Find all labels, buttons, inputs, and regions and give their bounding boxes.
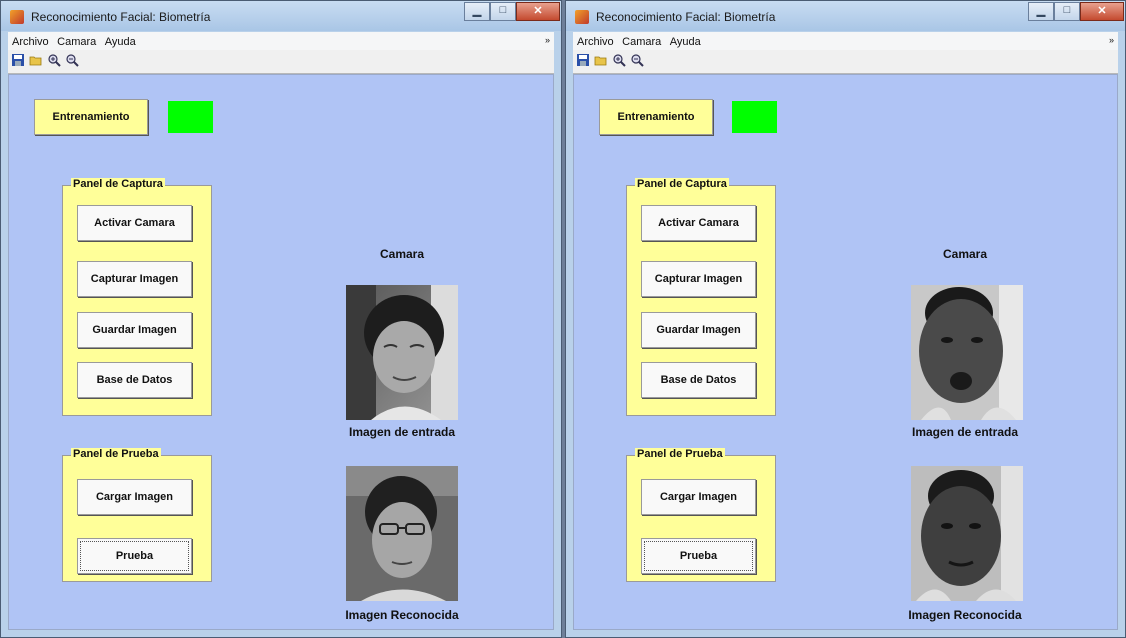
prueba-label: Prueba [644,541,753,571]
cargar-imagen-button[interactable]: Cargar Imagen [641,479,756,515]
imagen-reconocida-label: Imagen Reconocida [345,608,459,622]
camara-label: Camara [379,247,425,261]
close-icon: ✕ [533,5,543,17]
prueba-button[interactable]: Prueba [77,538,192,574]
capturar-imagen-button[interactable]: Capturar Imagen [641,261,756,297]
menu-overflow-icon[interactable]: » [1109,35,1114,45]
imagen-reconocida-label: Imagen Reconocida [908,608,1022,622]
entrenamiento-button[interactable]: Entrenamiento [599,99,713,135]
zoom-in-icon[interactable] [612,53,626,67]
menu-archivo[interactable]: Archivo [577,36,614,48]
status-indicator [168,101,213,133]
title-bar[interactable]: Reconocimiento Facial: Biometría ▁ □ ✕ [566,1,1125,31]
entrenamiento-button[interactable]: Entrenamiento [34,99,148,135]
base-de-datos-button[interactable]: Base de Datos [641,362,756,398]
guardar-imagen-button[interactable]: Guardar Imagen [641,312,756,348]
toolbar [573,50,1118,74]
guardar-imagen-button[interactable]: Guardar Imagen [77,312,192,348]
panel-prueba: Panel de Prueba Cargar Imagen Prueba [62,448,212,582]
panel-captura-title: Panel de Captura [71,178,165,190]
input-image [346,285,458,420]
open-folder-icon[interactable] [29,53,43,67]
panel-prueba: Panel de Prueba Cargar Imagen Prueba [626,448,776,582]
biometria-window-right: Reconocimiento Facial: Biometría ▁ □ ✕ A… [565,0,1126,638]
menu-archivo[interactable]: Archivo [12,36,49,48]
panel-captura: Panel de Captura Activar Camara Capturar… [62,178,212,416]
prueba-button[interactable]: Prueba [641,538,756,574]
close-icon: ✕ [1097,5,1107,17]
imagen-de-entrada-label: Imagen de entrada [348,425,456,439]
base-de-datos-button[interactable]: Base de Datos [77,362,192,398]
camara-label: Camara [942,247,988,261]
zoom-out-icon[interactable] [630,53,644,67]
maximize-icon: □ [1063,4,1071,16]
window-title: Reconocimiento Facial: Biometría [31,10,211,24]
panel-captura-title: Panel de Captura [635,178,729,190]
matlab-icon [575,10,589,24]
maximize-icon: □ [499,4,507,16]
activar-camara-button[interactable]: Activar Camara [641,205,756,241]
maximize-button[interactable]: □ [490,2,516,21]
biometria-window-left: Reconocimiento Facial: Biometría ▁ □ ✕ A… [0,0,562,638]
figure-area: Entrenamiento Panel de Captura Activar C… [573,74,1118,630]
toolbar [8,50,554,74]
save-icon[interactable] [576,53,590,67]
figure-area: Entrenamiento Panel de Captura Activar C… [8,74,554,630]
close-button[interactable]: ✕ [1080,2,1124,21]
menu-ayuda[interactable]: Ayuda [670,36,701,48]
zoom-in-icon[interactable] [47,53,61,67]
menu-ayuda[interactable]: Ayuda [105,36,136,48]
title-bar[interactable]: Reconocimiento Facial: Biometría ▁ □ ✕ [1,1,561,31]
menu-bar: Archivo Camara Ayuda » [573,32,1118,50]
recognized-image [346,466,458,601]
minimize-button[interactable]: ▁ [464,2,490,21]
status-indicator [732,101,777,133]
menu-camara[interactable]: Camara [622,36,661,48]
menu-overflow-icon[interactable]: » [545,35,550,45]
imagen-de-entrada-label: Imagen de entrada [911,425,1019,439]
input-image [911,285,1023,420]
window-title: Reconocimiento Facial: Biometría [596,10,776,24]
prueba-label: Prueba [80,541,189,571]
menu-camara[interactable]: Camara [57,36,96,48]
zoom-out-icon[interactable] [65,53,79,67]
panel-prueba-title: Panel de Prueba [71,448,161,460]
capturar-imagen-button[interactable]: Capturar Imagen [77,261,192,297]
maximize-button[interactable]: □ [1054,2,1080,21]
open-folder-icon[interactable] [594,53,608,67]
minimize-button[interactable]: ▁ [1028,2,1054,21]
menu-bar: Archivo Camara Ayuda » [8,32,554,50]
close-button[interactable]: ✕ [516,2,560,21]
panel-captura: Panel de Captura Activar Camara Capturar… [626,178,776,416]
matlab-icon [10,10,24,24]
minimize-icon: ▁ [472,5,482,17]
recognized-image [911,466,1023,601]
cargar-imagen-button[interactable]: Cargar Imagen [77,479,192,515]
panel-prueba-title: Panel de Prueba [635,448,725,460]
activar-camara-button[interactable]: Activar Camara [77,205,192,241]
save-icon[interactable] [11,53,25,67]
minimize-icon: ▁ [1036,5,1046,17]
